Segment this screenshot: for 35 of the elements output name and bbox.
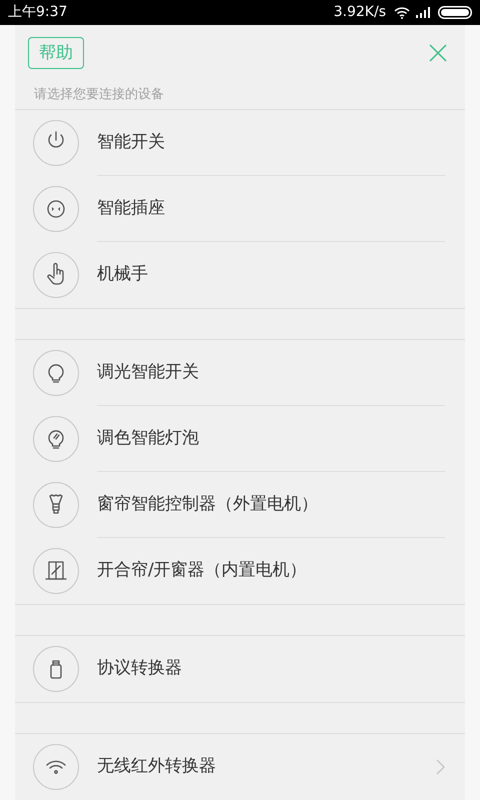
- device-item[interactable]: 协议转换器: [15, 636, 465, 702]
- device-label: 无线红外转换器: [97, 755, 216, 778]
- subtitle: 请选择您要连接的设备: [34, 86, 164, 104]
- signal-icon: [416, 7, 432, 18]
- battery-icon: [438, 6, 472, 19]
- device-item[interactable]: 调色智能灯泡: [15, 406, 465, 472]
- wifi-icon: [394, 6, 410, 18]
- device-label: 调光智能开关: [97, 360, 199, 384]
- device-item[interactable]: 无线红外转换器: [15, 734, 465, 800]
- device-label: 机械手: [97, 263, 148, 286]
- hand-icon: [33, 252, 79, 298]
- device-label: 开合帘/开窗器（内置电机）: [97, 559, 307, 582]
- device-label: 智能插座: [97, 196, 165, 220]
- bulb-icon: [33, 416, 79, 462]
- device-item[interactable]: 调光智能开关: [15, 340, 465, 406]
- device-label: 协议转换器: [97, 657, 182, 680]
- device-label: 窗帘智能控制器（外置电机）: [97, 492, 318, 516]
- device-item[interactable]: 智能插座: [15, 176, 465, 242]
- close-icon[interactable]: [429, 44, 447, 62]
- network-speed: 3.92K/s: [334, 3, 386, 22]
- wifi-icon: [33, 744, 79, 790]
- device-item[interactable]: 窗帘智能控制器（外置电机）: [15, 472, 465, 538]
- status-time: 上午9:37: [8, 3, 68, 22]
- device-label: 调色智能灯泡: [97, 426, 199, 450]
- window-icon: [33, 548, 79, 594]
- chevron-icon: [436, 759, 445, 775]
- device-item[interactable]: 机械手: [15, 242, 465, 308]
- socket-icon: [33, 186, 79, 232]
- device-item[interactable]: 开合帘/开窗器（内置电机）: [15, 538, 465, 604]
- power-icon: [33, 120, 79, 166]
- dongle-icon: [33, 646, 79, 692]
- bulb-icon: [33, 350, 79, 396]
- device-label: 智能开关: [97, 130, 165, 154]
- curtain-icon: [33, 482, 79, 528]
- device-item[interactable]: 智能开关: [15, 110, 465, 176]
